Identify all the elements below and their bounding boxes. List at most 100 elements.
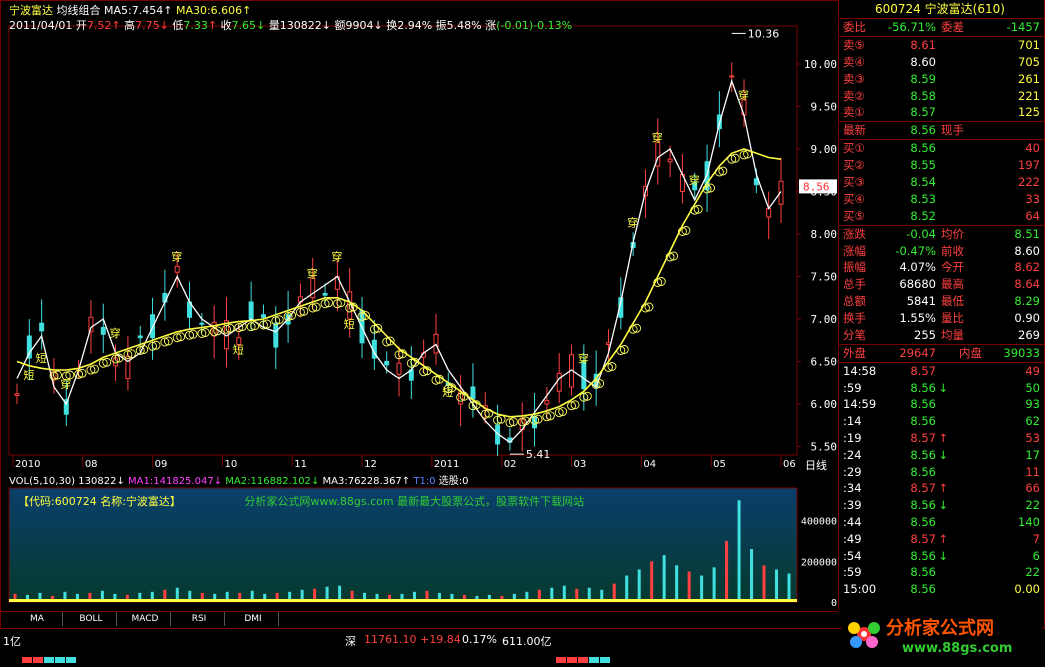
stock-name: 宁波富达 xyxy=(9,4,53,17)
stat-row-label: 涨幅 xyxy=(843,243,866,258)
tab-ma[interactable]: MA xyxy=(12,612,63,626)
candle-body xyxy=(322,293,328,296)
ohlc-date: 2011/04/01 xyxy=(9,19,73,32)
x-tick-label: 2010 xyxy=(15,459,40,470)
volume-bar xyxy=(787,573,791,602)
tick-row: :54 8.56 ↓ 6 xyxy=(839,548,1044,565)
ask-row-label: 卖⑤ xyxy=(843,37,865,52)
volume-current: 130822 xyxy=(78,476,117,487)
ma30-label: MA30: xyxy=(175,4,211,17)
bid-row-label: 买② xyxy=(843,158,865,173)
vol-ma3-value: 76228.367 xyxy=(347,476,402,487)
bid-row-label: 买① xyxy=(843,141,865,156)
y-tick-label: 7.50 xyxy=(811,271,838,284)
ask-row-label: 卖① xyxy=(843,105,865,120)
candle-body xyxy=(39,322,45,332)
x-tick-label: 06 xyxy=(783,459,796,470)
volume-value: 130822 xyxy=(279,19,322,32)
stat-row-label2: 均价 xyxy=(941,226,964,241)
tick-volume: 11 xyxy=(1025,464,1040,479)
x-tick-label: 08 xyxy=(85,459,98,470)
y-tick-label: 6.00 xyxy=(811,398,838,411)
volume-bar xyxy=(637,569,641,602)
bid-row-value: 8.55 xyxy=(910,158,936,173)
tab-boll[interactable]: BOLL xyxy=(66,612,117,626)
bid-row-value2: 40 xyxy=(1025,141,1040,156)
signal-up-label: 穿 xyxy=(627,216,638,230)
y-tick-label: 9.50 xyxy=(811,101,838,114)
candle-body xyxy=(137,335,143,339)
t1-value: 0 xyxy=(429,476,436,487)
period-label[interactable]: 日线 xyxy=(805,457,827,473)
stat-row-value2: 269 xyxy=(1018,328,1040,343)
y-tick-label: 7.00 xyxy=(811,313,838,326)
tab-macd[interactable]: MACD xyxy=(120,612,171,626)
tick-row: :19 8.57 ↑ 53 xyxy=(839,430,1044,447)
stat-row: 涨幅 -0.47% 前收 8.60 xyxy=(839,243,1044,260)
tick-price: 8.56 xyxy=(910,414,936,429)
tick-volume: 66 xyxy=(1025,481,1040,496)
stat-row-label: 总手 xyxy=(843,277,866,292)
ask-row-value2: 221 xyxy=(1018,88,1040,103)
volume-y-label: 0 xyxy=(831,598,837,609)
weicha-value: -1457 xyxy=(1006,20,1040,34)
tick-arrow: ↓ xyxy=(938,498,948,513)
candle-body xyxy=(273,322,279,348)
panel-name: 宁波富达 xyxy=(924,2,973,16)
volume-indicator-line: VOL(5,10,30) 130822↓ MA1:141825.047↓ MA2… xyxy=(9,476,469,487)
bid-row: 买⑤ 8.52 64 xyxy=(839,208,1044,225)
indicator-tabs: MA BOLL MACD RSI DMI xyxy=(0,611,838,626)
ask-row-value2: 705 xyxy=(1018,54,1040,69)
signal-down-label: 短 xyxy=(344,317,355,331)
ask-row-label: 卖② xyxy=(843,88,865,103)
bid-row: 买② 8.55 197 xyxy=(839,157,1044,174)
ask-row: 卖③ 8.59 261 xyxy=(839,71,1044,88)
tick-row: :59 8.56 ↓ 50 xyxy=(839,380,1044,397)
logo-text: 分析家公式网 xyxy=(886,617,994,639)
tick-volume: 0.00 xyxy=(1014,582,1040,597)
candle-body xyxy=(667,158,673,163)
tick-time: 14:58 xyxy=(843,363,877,378)
tick-price: 8.57 xyxy=(910,531,936,546)
status-left-label: 1亿 xyxy=(3,635,21,648)
ask-row-value2: 261 xyxy=(1018,71,1040,86)
signal-up-label: 穿 xyxy=(60,377,71,391)
tab-rsi[interactable]: RSI xyxy=(174,612,225,626)
stat-row: 换手 1.55% 量比 0.90 xyxy=(839,310,1044,327)
stat-row-label2: 今开 xyxy=(941,260,964,275)
stat-row-value: -0.04 xyxy=(906,226,936,241)
ask-row-value: 8.57 xyxy=(910,105,936,120)
bid-row: 买③ 8.54 222 xyxy=(839,174,1044,191)
tick-row: 15:00 8.56 0.00 xyxy=(839,581,1044,598)
tick-volume: 93 xyxy=(1025,397,1040,412)
low-value: 7.33 xyxy=(183,19,208,32)
bid-row-label: 买⑤ xyxy=(843,208,865,223)
tick-price: 8.56 xyxy=(910,582,936,597)
tick-volume: 22 xyxy=(1025,565,1040,580)
bid-row: 买④ 8.53 33 xyxy=(839,191,1044,208)
panel-code: 600724 xyxy=(875,2,921,16)
panel-stock-header: 600724 宁波富达(610) xyxy=(839,0,1044,19)
tick-row: :29 8.56 11 xyxy=(839,464,1044,481)
candle-body xyxy=(766,208,772,218)
tick-price: 8.56 xyxy=(910,565,936,580)
kline-chart-area[interactable]: 10.009.509.008.508.007.507.006.506.005.5… xyxy=(0,0,845,610)
candle-body xyxy=(544,400,550,405)
tick-volume: 53 xyxy=(1025,431,1040,445)
tick-arrow: ↑ xyxy=(938,481,948,496)
bid-row-label: 买③ xyxy=(843,175,865,190)
signal-up-label: 穿 xyxy=(738,88,749,102)
stat-row-value: 4.07% xyxy=(899,260,936,275)
kline-chart-svg[interactable]: 10.009.509.008.508.007.507.006.506.005.5… xyxy=(0,0,845,610)
stat-row-value2: 8.64 xyxy=(1014,277,1040,292)
volume-bar xyxy=(662,555,666,602)
stat-row: 分笔 255 均量 269 xyxy=(839,327,1044,344)
site-logo: 分析家公式网 www.88gs.com xyxy=(842,608,1042,660)
latest-row: 最新 8.56 现手 xyxy=(839,121,1044,139)
volume-y-label: 400000 xyxy=(801,517,837,528)
volume-bar xyxy=(750,549,754,602)
tab-dmi[interactable]: DMI xyxy=(228,612,279,626)
vol-ma1-value: 141825.047 xyxy=(153,476,214,487)
signal-up-label: 穿 xyxy=(171,250,182,264)
tick-list[interactable]: 14:58 8.57 49:59 8.56 ↓ 50 14:59 8.56 93:14 8.56 6… xyxy=(839,361,1044,598)
